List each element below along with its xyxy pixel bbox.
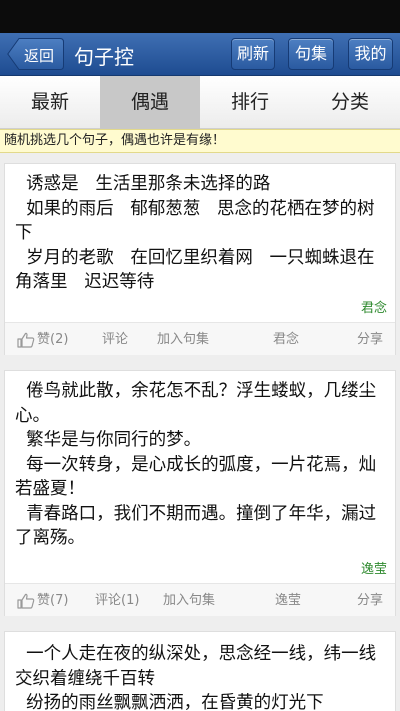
post-footer: 赞(2) 评论 加入句集 君念 分享 — [5, 322, 395, 355]
tab-category[interactable]: 分类 — [300, 76, 400, 129]
tab-ranking[interactable]: 排行 — [200, 76, 300, 129]
collection-button[interactable]: 句集 — [288, 38, 334, 70]
back-button[interactable]: 返回 — [7, 38, 64, 70]
post-card: 诱惑是 生活里那条未选择的路 如果的雨后 郁郁葱葱 思念的花栖在梦的树下 岁月的… — [4, 163, 396, 355]
tab-encounter[interactable]: 偶遇 — [100, 76, 200, 129]
post-text: 倦鸟就此散，余花怎不乱？浮生蝼蚁，几缕尘心。 繁华是与你同行的梦。 每一次转身，… — [15, 381, 377, 548]
add-to-collection-button[interactable]: 加入句集 — [163, 584, 215, 617]
status-bar — [0, 0, 400, 33]
page-title: 句子控 — [74, 45, 134, 69]
source-author-link[interactable]: 君念 — [273, 323, 299, 356]
notice-banner: 随机挑选几个句子，偶遇也许是有缘！ — [0, 129, 400, 153]
post-card: 一个人走在夜的纵深处，思念经一线，纬一线交织着缠绕千百转 纷扬的雨丝飘飘洒洒，在… — [4, 631, 396, 711]
mine-button[interactable]: 我的 — [348, 38, 393, 70]
share-button[interactable]: 分享 — [357, 584, 383, 617]
post-author[interactable]: 逸莹 — [361, 558, 387, 577]
add-to-collection-button[interactable]: 加入句集 — [157, 323, 209, 356]
like-button[interactable]: 赞(7) — [17, 584, 68, 617]
tab-bar: 最新 偶遇 排行 分类 — [0, 76, 400, 129]
like-button[interactable]: 赞(2) — [17, 323, 68, 356]
like-count: 赞(7) — [37, 593, 69, 608]
post-author[interactable]: 君念 — [361, 297, 387, 316]
source-author-link[interactable]: 逸莹 — [275, 584, 301, 617]
thumbs-up-icon — [17, 593, 35, 609]
post-text: 一个人走在夜的纵深处，思念经一线，纬一线交织着缠绕千百转 纷扬的雨丝飘飘洒洒，在… — [15, 644, 377, 711]
post-text: 诱惑是 生活里那条未选择的路 如果的雨后 郁郁葱葱 思念的花栖在梦的树下 岁月的… — [15, 174, 375, 292]
post-card: 倦鸟就此散，余花怎不乱？浮生蝼蚁，几缕尘心。 繁华是与你同行的梦。 每一次转身，… — [4, 370, 396, 616]
title-bar: 返回 句子控 刷新 句集 我的 — [0, 33, 400, 76]
post-footer: 赞(7) 评论(1) 加入句集 逸莹 分享 — [5, 583, 395, 616]
share-button[interactable]: 分享 — [357, 323, 383, 356]
comment-button[interactable]: 评论 — [102, 323, 128, 356]
thumbs-up-icon — [17, 332, 35, 348]
back-label: 返回 — [24, 47, 55, 65]
like-count: 赞(2) — [37, 332, 69, 347]
tab-latest[interactable]: 最新 — [0, 76, 100, 129]
refresh-button[interactable]: 刷新 — [231, 38, 275, 70]
comment-button[interactable]: 评论(1) — [95, 584, 139, 617]
